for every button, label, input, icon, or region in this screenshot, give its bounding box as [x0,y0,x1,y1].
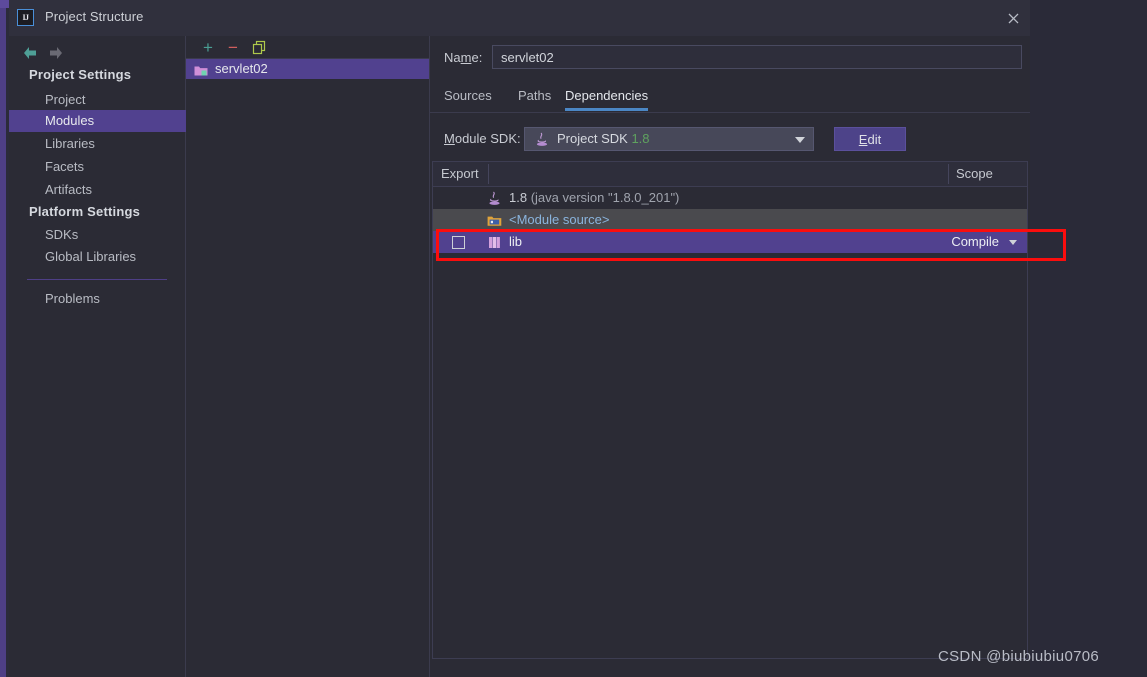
module-sdk-value: Project SDK 1.8 [557,131,650,146]
sidebar-item-artifacts[interactable]: Artifacts [9,179,194,201]
add-module-button[interactable]: + [197,36,219,58]
sidebar-item-project[interactable]: Project [9,89,194,111]
column-header-export[interactable]: Export [441,162,479,186]
sidebar-group-project-settings: Project Settings [29,67,132,82]
project-structure-dialog: IJ Project Structure Project Settings Pr… [9,0,1030,677]
module-editor-panel: Name: Sources Paths Dependencies Module … [430,36,1030,677]
library-icon [487,235,502,250]
dependencies-table: Export Scope 1.8 (java version "1.8.0_20… [432,161,1028,659]
module-sdk-row: Module SDK: Project SDK 1.8 Edit [430,127,1030,151]
sidebar-group-platform-settings: Platform Settings [29,204,141,219]
close-icon[interactable] [997,0,1030,36]
arrow-right-icon[interactable] [47,44,65,62]
window-title: Project Structure [45,9,144,24]
copy-icon[interactable] [248,36,270,58]
remove-module-button[interactable]: − [222,36,244,58]
list-item[interactable]: servlet02 [186,59,429,79]
name-label: Name: [444,50,483,65]
watermark: CSDN @biubiubiu0706 [938,648,1100,665]
tab-sources[interactable]: Sources [444,84,492,111]
scope-value[interactable]: Compile [951,231,999,253]
modules-list: servlet02 [186,58,429,677]
module-sdk-dropdown[interactable]: Project SDK 1.8 [524,127,814,151]
tab-paths[interactable]: Paths [518,84,551,111]
sidebar-item-global-libraries[interactable]: Global Libraries [9,246,194,268]
table-row[interactable]: lib Compile [433,231,1027,253]
intellij-logo-icon: IJ [17,9,34,26]
java-icon [487,191,502,206]
module-tabs: Sources Paths Dependencies [430,84,1030,113]
sidebar-item-facets[interactable]: Facets [9,156,194,178]
table-body: 1.8 (java version "1.8.0_201") <Module s… [433,187,1027,253]
dependency-name: lib [509,234,523,249]
module-name-label: servlet02 [215,61,268,76]
java-icon [535,132,549,147]
module-source-folder-icon [487,213,502,228]
column-divider[interactable] [948,164,949,184]
column-divider[interactable] [488,164,489,184]
modules-panel: + − servlet02 [186,36,430,677]
tab-dependencies[interactable]: Dependencies [565,84,649,111]
table-header-row: Export Scope [433,162,1027,187]
settings-sidebar: Project Settings Project Modules Librari… [9,36,194,677]
table-row[interactable]: <Module source> [433,209,1027,231]
module-sdk-label: Module SDK: [444,131,521,146]
desktop-background: IJ Project Structure Project Settings Pr… [0,0,1147,677]
sidebar-item-sdks[interactable]: SDKs [9,224,194,246]
chevron-down-icon [795,137,805,143]
export-checkbox[interactable] [452,236,465,249]
module-folder-icon [194,63,208,76]
name-row: Name: [430,45,1030,73]
table-row[interactable]: 1.8 (java version "1.8.0_201") [433,187,1027,209]
dependency-name: <Module source> [509,212,610,227]
edit-sdk-button[interactable]: Edit [834,127,906,151]
module-name-input[interactable] [492,45,1022,69]
dependency-name: 1.8 (java version "1.8.0_201") [509,190,680,205]
arrow-left-icon[interactable] [21,44,39,62]
sidebar-divider [27,279,167,280]
column-header-scope[interactable]: Scope [956,162,993,186]
sidebar-item-modules[interactable]: Modules [9,110,194,132]
navigation-arrows [21,42,181,66]
modules-toolbar: + − [186,36,429,58]
sidebar-item-libraries[interactable]: Libraries [9,133,194,155]
dialog-titlebar: IJ Project Structure [9,0,1030,36]
sidebar-item-problems[interactable]: Problems [9,288,194,310]
chevron-down-icon[interactable] [1009,240,1017,245]
